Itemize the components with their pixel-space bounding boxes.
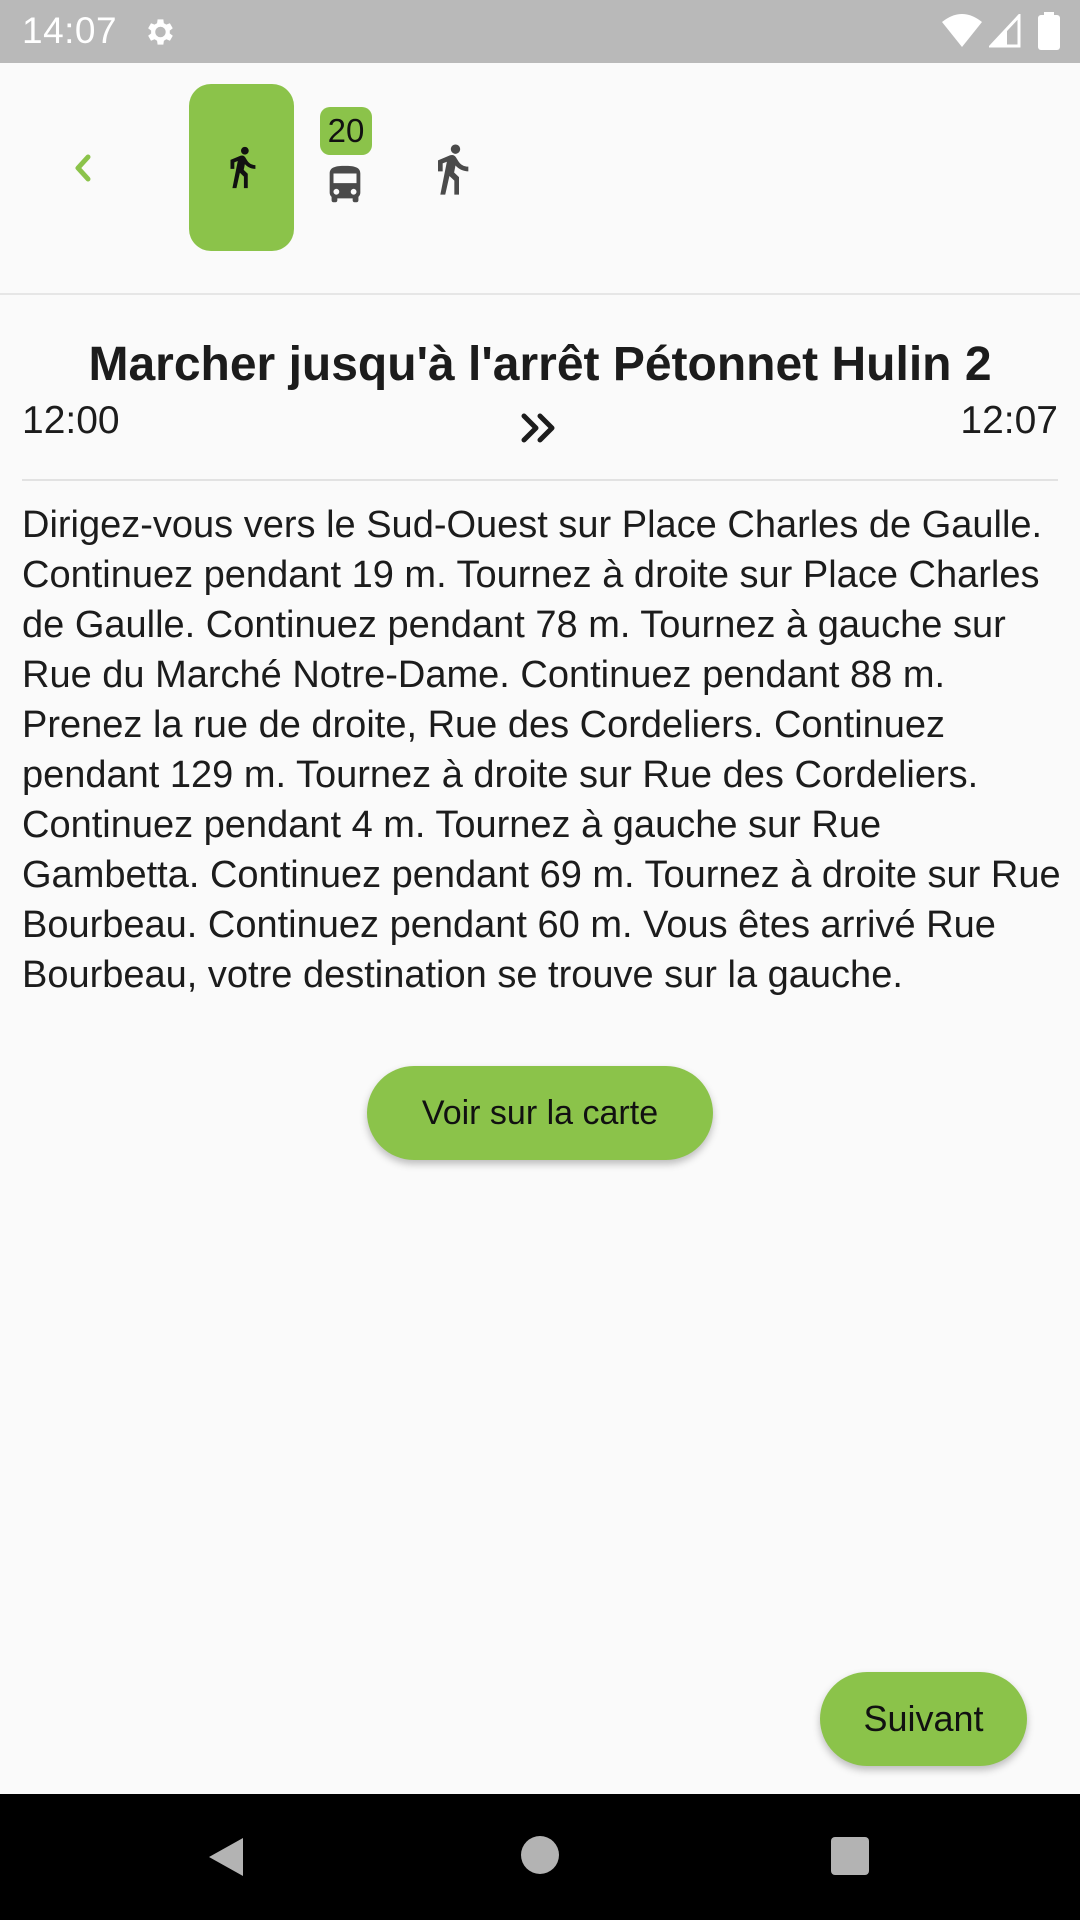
walking-instructions: Dirigez-vous vers le Sud-Ouest sur Place… xyxy=(22,504,1061,996)
next-button[interactable]: Suivant xyxy=(820,1672,1027,1766)
step-bus[interactable]: 20 xyxy=(318,107,374,227)
start-time: 12:00 xyxy=(22,399,120,442)
signal-icon xyxy=(989,14,1021,48)
end-time: 12:07 xyxy=(960,399,1058,442)
walk-icon xyxy=(230,146,256,189)
nav-home-icon[interactable] xyxy=(520,1835,560,1875)
divider xyxy=(22,479,1058,481)
bus-icon xyxy=(329,165,361,203)
status-bar: 14:07 xyxy=(0,0,1080,63)
view-on-map-button[interactable]: Voir sur la carte xyxy=(367,1066,713,1160)
step-walk-active[interactable] xyxy=(189,84,294,251)
gear-icon xyxy=(148,19,173,45)
wifi-icon xyxy=(942,14,982,47)
battery-icon xyxy=(1038,12,1060,50)
bus-line-badge: 20 xyxy=(320,107,372,155)
system-nav-bar xyxy=(0,1794,1080,1920)
status-time: 14:07 xyxy=(22,10,118,51)
trip-steps-header: 20 xyxy=(0,63,1080,295)
chevron-left-icon[interactable] xyxy=(58,143,108,193)
nav-recents-icon[interactable] xyxy=(830,1836,870,1876)
walk-icon[interactable] xyxy=(424,133,480,205)
nav-back-icon[interactable] xyxy=(205,1834,245,1880)
double-chevron-right-icon xyxy=(521,413,555,443)
step-title: Marcher jusqu'à l'arrêt Pétonnet Hulin 2 xyxy=(88,338,992,391)
